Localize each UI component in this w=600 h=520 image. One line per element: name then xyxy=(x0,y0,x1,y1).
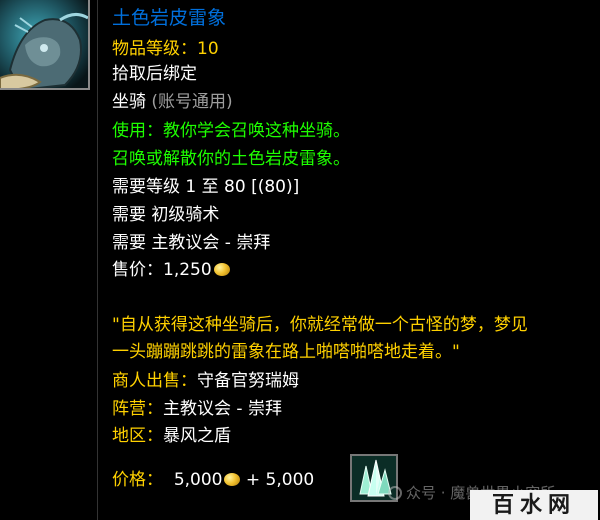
item-type-note: (账号通用) xyxy=(151,92,233,112)
faction-value: 主教议会 - 崇拜 xyxy=(163,399,282,419)
bind-type: 拾取后绑定 xyxy=(112,64,197,84)
gold-coin-icon xyxy=(213,263,230,276)
zone-label: 地区： xyxy=(112,426,163,446)
rock-elekk-mount-icon xyxy=(0,0,90,90)
flavor-text-line1: "自从获得这种坐骑后，你就经常做一个古怪的梦，梦见 xyxy=(112,315,528,335)
sell-price: 售价：1,250 xyxy=(112,259,230,281)
vendor: 商人出售：守备官努瑞姆 xyxy=(112,370,299,392)
zone: 地区：暴风之盾 xyxy=(112,425,231,447)
use-effect-line2: 召唤或解散你的土色岩皮雷象。 xyxy=(112,149,350,169)
item-name: 土色岩皮雷象 xyxy=(112,7,227,29)
purchase-price: 价格： 5,000 + 5,000 xyxy=(112,469,314,491)
zone-value: 暴风之盾 xyxy=(163,426,231,446)
price-label: 价格： xyxy=(112,470,163,490)
item-level-value: 10 xyxy=(197,39,219,59)
price-gold-value: 5,000 xyxy=(173,470,223,490)
sell-price-value: 1,250 xyxy=(163,260,212,280)
gold-coin-icon xyxy=(224,473,241,486)
item-type: 坐骑 (账号通用) xyxy=(112,91,233,113)
required-level: 需要等级 1 至 80 [(80)] xyxy=(112,177,300,197)
item-level-label: 物品等级： xyxy=(112,39,197,59)
faction: 阵营：主教议会 - 崇拜 xyxy=(112,398,282,420)
flavor-text-line2: 一头蹦蹦跳跳的雷象在路上啪嗒啪嗒地走着。" xyxy=(112,342,460,362)
vendor-label: 商人出售： xyxy=(112,371,197,391)
item-type-label: 坐骑 xyxy=(112,92,146,112)
wechat-icon xyxy=(388,486,402,500)
vendor-value: 守备官努瑞姆 xyxy=(197,371,299,391)
use-effect-line1: 使用：教你学会召唤这种坐骑。 xyxy=(112,121,350,141)
sell-price-label: 售价： xyxy=(112,260,163,280)
item-level: 物品等级：10 xyxy=(112,38,219,60)
site-logo: 百水网 xyxy=(470,490,598,520)
required-reputation: 需要 主教议会 - 崇拜 xyxy=(112,233,271,253)
required-skill: 需要 初级骑术 xyxy=(112,205,220,225)
item-tooltip: 土色岩皮雷象 物品等级：10 拾取后绑定 坐骑 (账号通用) 使用：教你学会召唤… xyxy=(98,0,598,520)
price-reagent-value: + 5,000 xyxy=(245,470,315,490)
faction-label: 阵营： xyxy=(112,399,163,419)
